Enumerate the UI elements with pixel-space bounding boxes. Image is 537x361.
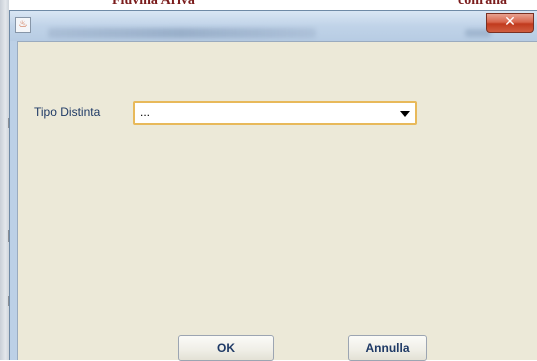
tipo-distinta-label: Tipo Distinta <box>34 105 101 119</box>
background-left-panel <box>0 0 10 360</box>
title-blurred-text <box>48 28 316 38</box>
tipo-distinta-dropdown[interactable]: ... <box>133 101 417 125</box>
background-heading-left: Fiuvina Ariva <box>112 0 195 8</box>
tipo-distinta-dialog: ♨ ✕ Tipo Distinta ... OK Annulla <box>9 10 537 361</box>
dialog-titlebar[interactable]: ♨ ✕ <box>10 11 537 41</box>
close-button[interactable]: ✕ <box>486 13 534 33</box>
dropdown-selected-value: ... <box>140 105 151 119</box>
chevron-down-icon[interactable] <box>400 111 410 117</box>
annulla-button[interactable]: Annulla <box>348 335 427 361</box>
dialog-content: Tipo Distinta ... OK Annulla <box>17 41 537 361</box>
background-heading-right: conrana <box>458 0 507 8</box>
java-app-icon: ♨ <box>15 17 31 33</box>
ok-button[interactable]: OK <box>178 335 274 361</box>
